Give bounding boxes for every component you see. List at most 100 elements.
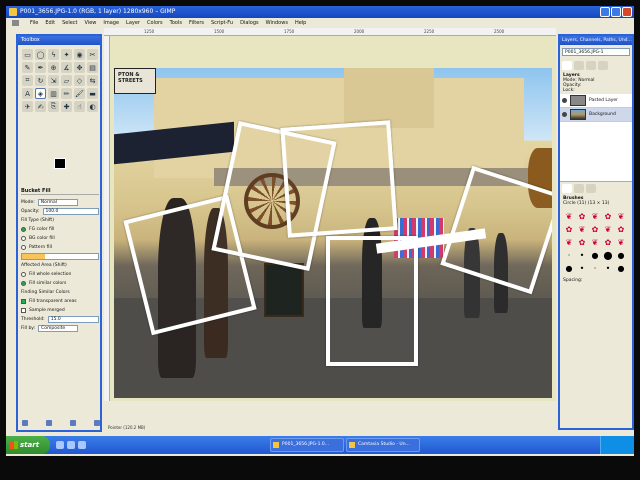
layer-row[interactable]: Pasted Layer: [560, 94, 632, 108]
menu-filters[interactable]: Filters: [189, 18, 204, 28]
airbrush-icon[interactable]: ✈: [22, 101, 33, 112]
brush-swatch[interactable]: ❦: [564, 211, 574, 221]
delete-options-icon[interactable]: [70, 420, 76, 426]
maximize-button[interactable]: [611, 7, 621, 17]
menu-view[interactable]: View: [85, 18, 97, 28]
dodge-icon[interactable]: ◐: [87, 101, 98, 112]
brush-swatch[interactable]: ⬤: [603, 250, 613, 260]
paintbrush-icon[interactable]: 🖌: [74, 88, 85, 99]
ellipse-select-icon[interactable]: ◯: [35, 49, 46, 60]
layer-row[interactable]: Background: [560, 108, 632, 122]
brush-swatch[interactable]: ●: [590, 250, 600, 260]
fg-bg-color-swatch[interactable]: [54, 158, 74, 176]
similar-colors-radio[interactable]: [21, 281, 26, 286]
fg-fill-radio[interactable]: [21, 227, 26, 232]
brush-swatch[interactable]: ✿: [616, 224, 626, 234]
scale-icon[interactable]: ⇲: [48, 75, 59, 86]
image-select[interactable]: P001_3656.JPG-1: [562, 48, 630, 56]
brush-swatch[interactable]: ❦: [577, 224, 587, 234]
menu-select[interactable]: Select: [62, 18, 77, 28]
polaroid-frame[interactable]: [326, 236, 418, 366]
brush-swatch[interactable]: ●: [616, 263, 626, 273]
brush-swatch[interactable]: ✿: [577, 237, 587, 247]
menu-help[interactable]: Help: [295, 18, 306, 28]
brush-swatch[interactable]: ✿: [564, 224, 574, 234]
fill-transparent-checkbox[interactable]: [21, 299, 26, 304]
photo-image[interactable]: PTON & STREETS: [114, 68, 552, 398]
menu-file[interactable]: File: [30, 18, 38, 28]
bucket-fill-icon[interactable]: ◈: [35, 88, 46, 99]
brush-swatch[interactable]: ✿: [603, 211, 613, 221]
menu-arrow-icon[interactable]: [12, 20, 19, 26]
brush-swatch[interactable]: ❦: [603, 224, 613, 234]
whole-selection-radio[interactable]: [21, 272, 26, 277]
align-icon[interactable]: ▤: [87, 62, 98, 73]
menu-dialogs[interactable]: Dialogs: [240, 18, 259, 28]
paths-tab-icon[interactable]: [586, 61, 596, 70]
blend-icon[interactable]: ▥: [48, 88, 59, 99]
paths-icon[interactable]: ✎: [22, 62, 33, 73]
eraser-icon[interactable]: ▬: [87, 88, 98, 99]
opacity-field[interactable]: 100.0: [42, 208, 99, 215]
quicklaunch-icon[interactable]: [56, 441, 64, 449]
horizontal-ruler[interactable]: 1250 1500 1750 2000 2250 2500: [104, 28, 556, 36]
restore-options-icon[interactable]: [46, 420, 52, 426]
brush-swatch[interactable]: •: [577, 263, 587, 273]
bg-fill-radio[interactable]: [21, 236, 26, 241]
brush-swatch[interactable]: •: [603, 263, 613, 273]
clone-icon[interactable]: ⎘: [48, 101, 59, 112]
visibility-eye-icon[interactable]: [562, 112, 567, 117]
flip-icon[interactable]: ⇆: [87, 75, 98, 86]
quicklaunch-icon[interactable]: [78, 441, 86, 449]
layers-tab-icon[interactable]: [562, 61, 572, 70]
undo-tab-icon[interactable]: [598, 61, 608, 70]
fuzzy-select-icon[interactable]: ✦: [61, 49, 72, 60]
menu-windows[interactable]: Windows: [266, 18, 288, 28]
brushes-tab-icon[interactable]: [562, 184, 572, 193]
brush-swatch[interactable]: ·: [564, 250, 574, 260]
taskbar-item-gimp[interactable]: P001_3656.JPG-1.0...: [270, 438, 344, 452]
color-picker-icon[interactable]: ✒: [35, 62, 46, 73]
brush-swatch[interactable]: ·: [590, 263, 600, 273]
fill-by-select[interactable]: Composite: [38, 325, 79, 332]
start-button[interactable]: start: [6, 436, 50, 454]
color-select-icon[interactable]: ◉: [74, 49, 85, 60]
text-icon[interactable]: A: [22, 88, 33, 99]
save-options-icon[interactable]: [22, 420, 28, 426]
pattern-preview[interactable]: [21, 253, 99, 260]
reset-options-icon[interactable]: [94, 420, 100, 426]
minimize-button[interactable]: [600, 7, 610, 17]
polaroid-frame[interactable]: [280, 120, 398, 238]
menu-layer[interactable]: Layer: [126, 18, 140, 28]
brush-swatch[interactable]: ❦: [616, 211, 626, 221]
menu-tools[interactable]: Tools: [170, 18, 182, 28]
patterns-tab-icon[interactable]: [574, 184, 584, 193]
pencil-icon[interactable]: ✏: [61, 88, 72, 99]
close-button[interactable]: [622, 7, 632, 17]
brush-swatch[interactable]: ❦: [590, 211, 600, 221]
smudge-icon[interactable]: ☝: [74, 101, 85, 112]
brush-swatch[interactable]: ❦: [616, 237, 626, 247]
shear-icon[interactable]: ▱: [61, 75, 72, 86]
brush-swatch[interactable]: ●: [616, 250, 626, 260]
crop-icon[interactable]: ⌗: [22, 75, 33, 86]
menu-edit[interactable]: Edit: [45, 18, 55, 28]
menu-colors[interactable]: Colors: [147, 18, 163, 28]
perspective-icon[interactable]: ◇: [74, 75, 85, 86]
ink-icon[interactable]: ✍: [35, 101, 46, 112]
threshold-field[interactable]: 15.0: [47, 316, 99, 323]
channels-tab-icon[interactable]: [574, 61, 584, 70]
brush-swatch[interactable]: •: [577, 250, 587, 260]
quicklaunch-icon[interactable]: [67, 441, 75, 449]
scissors-icon[interactable]: ✂: [87, 49, 98, 60]
image-canvas[interactable]: PTON & STREETS: [110, 36, 556, 401]
taskbar-item-camtasia[interactable]: Camtasia Studio - Un...: [346, 438, 420, 452]
brush-swatch[interactable]: ●: [564, 263, 574, 273]
sample-merged-checkbox[interactable]: [21, 308, 26, 313]
brush-swatch[interactable]: ❦: [590, 237, 600, 247]
visibility-eye-icon[interactable]: [562, 98, 567, 103]
zoom-icon[interactable]: ⊕: [48, 62, 59, 73]
brush-swatch[interactable]: ❦: [564, 237, 574, 247]
menu-image[interactable]: Image: [103, 18, 119, 28]
brush-swatch[interactable]: ✿: [577, 211, 587, 221]
